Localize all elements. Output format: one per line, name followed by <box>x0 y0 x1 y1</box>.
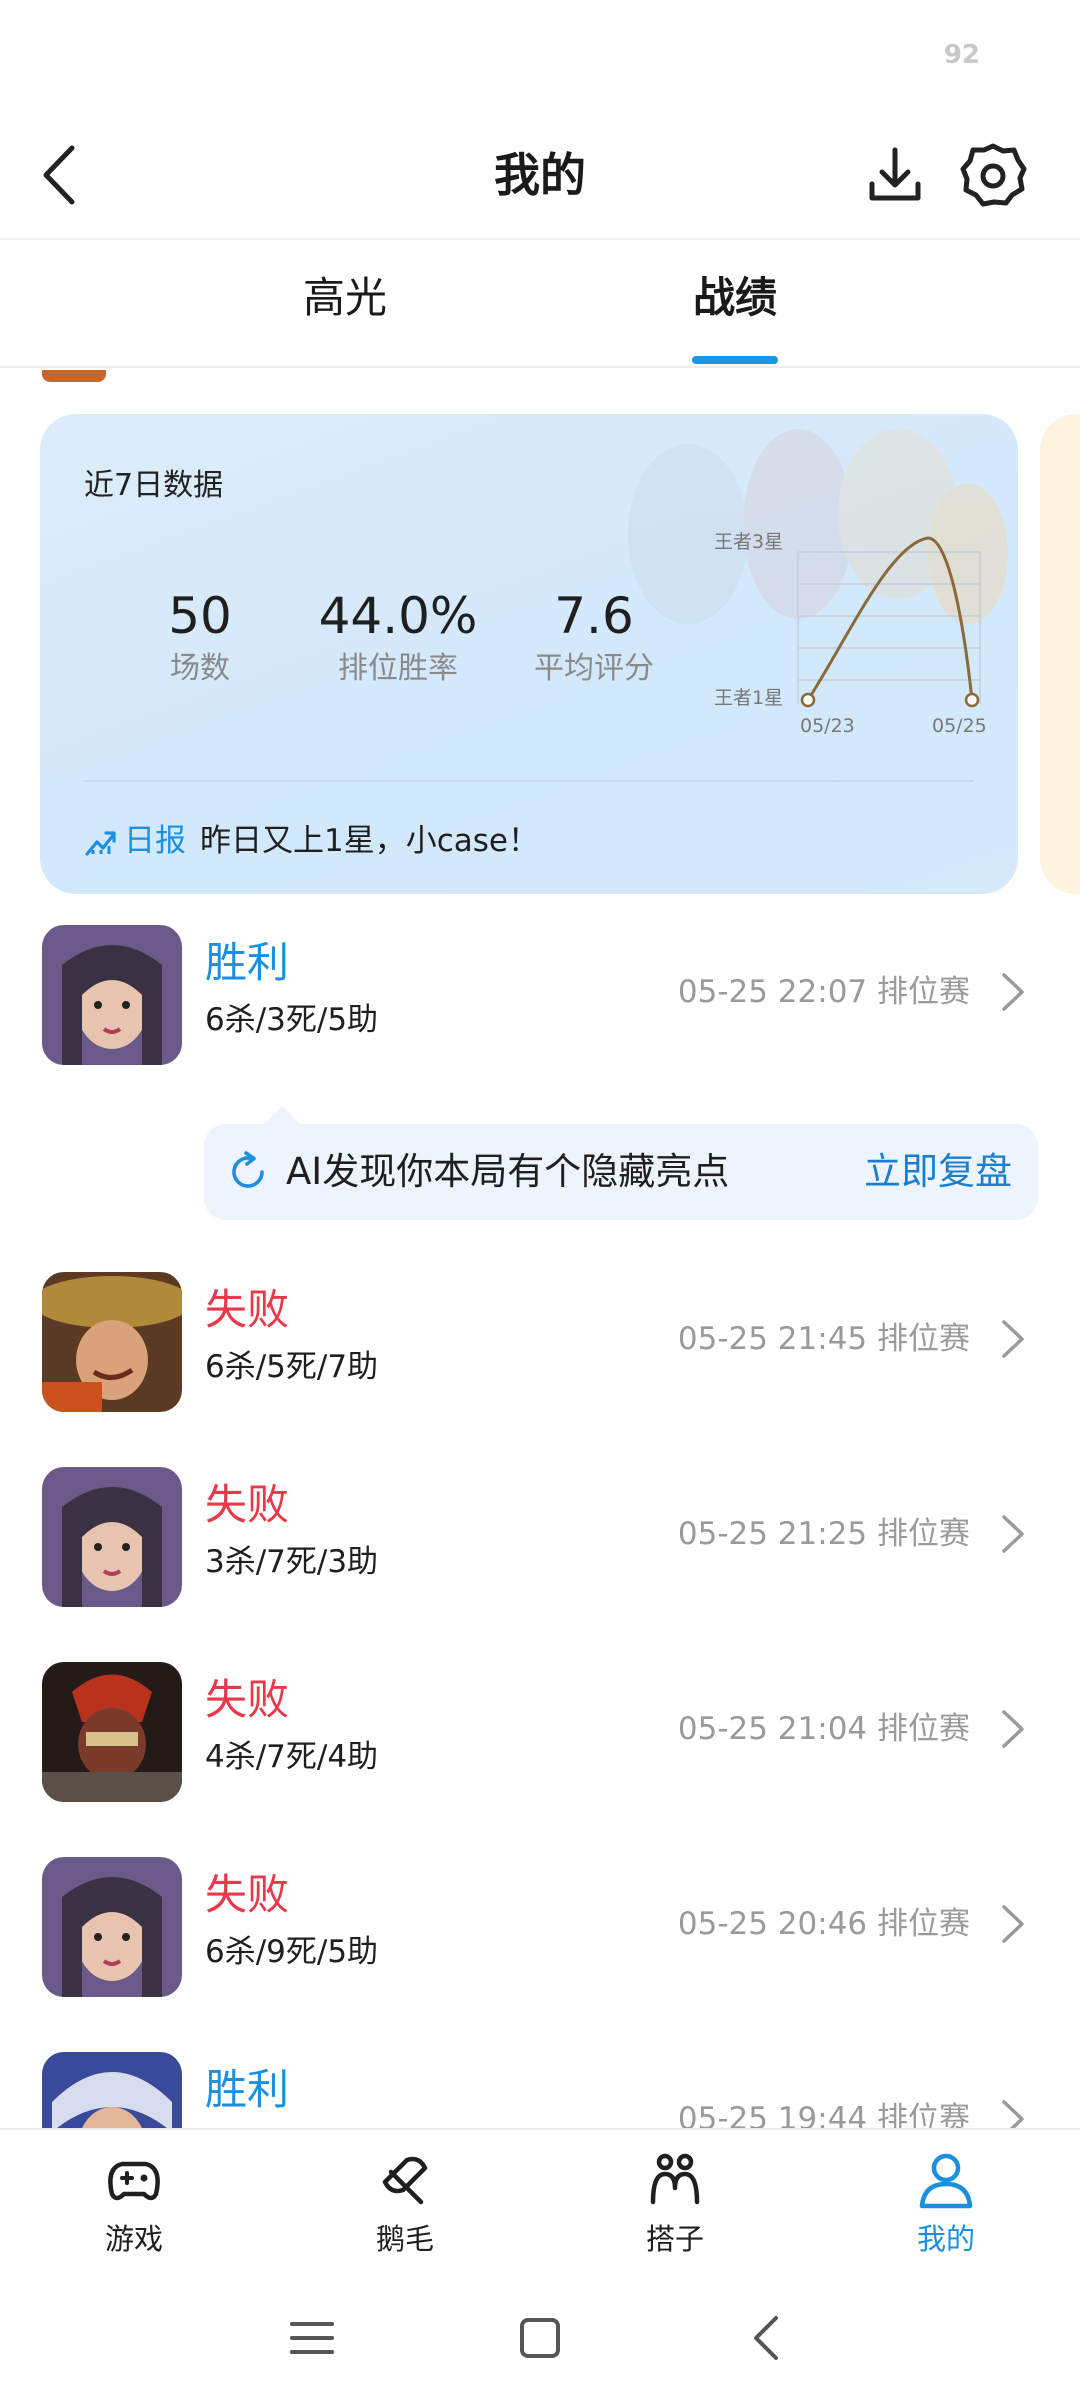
ai-review-tip: AI发现你本局有个隐藏亮点 立即复盘 <box>204 1106 1038 1220</box>
match-row[interactable]: 胜利 05-25 19:44 排位赛 <box>0 2052 1080 2128</box>
ai-tip-text: AI发现你本局有个隐藏亮点 <box>286 1150 730 1193</box>
gear-icon <box>960 143 1027 207</box>
match-result: 胜利 <box>205 938 290 987</box>
match-time: 05-25 21:04 排位赛 <box>677 1711 970 1747</box>
chevron-right-icon <box>1002 1905 1024 1943</box>
stat-label: 排位胜率 <box>338 651 458 686</box>
match-row[interactable]: 失败 6杀/9死/5助 05-25 20:46 排位赛 <box>0 1857 1080 2007</box>
nav-item-buddy[interactable]: 搭子 <box>595 2148 755 2260</box>
chevron-right-icon <box>1002 1320 1024 1358</box>
settings-button[interactable] <box>958 140 1028 210</box>
report-tag: 日报 <box>124 823 186 859</box>
home-icon[interactable] <box>510 2308 570 2368</box>
hero-avatar <box>42 2052 182 2128</box>
chevron-right-icon <box>1002 1515 1024 1553</box>
match-time: 05-25 20:46 排位赛 <box>677 1906 970 1942</box>
match-time: 05-25 22:07 排位赛 <box>677 974 970 1010</box>
hero-avatar <box>42 1467 182 1607</box>
match-kda: 6杀/5死/7助 <box>205 1349 379 1385</box>
tab-indicator <box>692 356 778 364</box>
match-result: 失败 <box>205 1285 290 1334</box>
chevron-right-icon <box>1002 1710 1024 1748</box>
report-message: 昨日又上1星，小case！ <box>200 823 539 859</box>
rank-point-start <box>800 692 816 708</box>
nav-item-games[interactable]: 游戏 <box>54 2148 214 2260</box>
x-label-end: 05/25 <box>932 715 987 737</box>
refresh-icon <box>232 1151 264 1188</box>
match-kda: 4杀/7死/4助 <box>205 1739 379 1775</box>
stat-winrate: 44.0% 排位胜率 <box>298 586 498 692</box>
nav-item-feather[interactable]: 鹅毛 <box>325 2148 485 2260</box>
match-row[interactable]: 失败 4杀/7死/4助 05-25 21:04 排位赛 <box>0 1662 1080 1812</box>
hero-avatar <box>42 925 182 1065</box>
scrolled-avatar-edge <box>42 370 106 382</box>
battery-level: 92 <box>943 40 980 70</box>
stat-label: 场数 <box>170 651 230 686</box>
match-kda: 6杀/9死/5助 <box>205 1934 379 1970</box>
chevron-right-icon <box>1002 973 1024 1011</box>
profile-icon <box>919 2153 973 2209</box>
hero-avatar <box>42 1272 182 1412</box>
match-row[interactable]: 胜利 6杀/3死/5助 05-25 22:07 排位赛 <box>0 925 1080 1075</box>
system-nav-bar <box>0 2278 1080 2400</box>
match-list: 胜利 6杀/3死/5助 05-25 22:07 排位赛 失败 6杀/5死/7助 … <box>0 900 1080 2128</box>
tab-records[interactable]: 战绩 <box>605 268 865 328</box>
nav-label: 游戏 <box>104 2222 163 2256</box>
match-time: 05-25 19:44 排位赛 <box>677 2101 970 2128</box>
hero-avatar <box>42 1857 182 1997</box>
match-time: 05-25 21:25 排位赛 <box>677 1516 970 1552</box>
match-row[interactable]: 失败 6杀/5死/7助 05-25 21:45 排位赛 <box>0 1272 1080 1422</box>
trend-up-icon <box>85 831 116 856</box>
menu-icon[interactable] <box>282 2308 342 2368</box>
x-label-start: 05/23 <box>800 715 855 737</box>
status-bar: 92 <box>0 0 1080 110</box>
chevron-right-icon <box>1002 2100 1024 2128</box>
buddy-icon <box>650 2153 700 2205</box>
rank-point-end <box>964 692 980 708</box>
stat-matches: 50 场数 <box>100 586 300 692</box>
back-icon[interactable] <box>738 2308 798 2368</box>
review-now-button[interactable]: 立即复盘 <box>864 1146 1012 1198</box>
match-result: 失败 <box>205 1675 290 1724</box>
bottom-nav: 游戏 鹅毛 搭子 我的 <box>0 2128 1080 2278</box>
y-label-bottom: 王者1星 <box>714 687 783 709</box>
stat-value: 50 <box>168 587 232 645</box>
stat-value: 44.0% <box>318 587 478 645</box>
match-time: 05-25 21:45 排位赛 <box>677 1321 970 1357</box>
rank-trend-chart: 王者3星 王者1星 05/23 05/25 <box>714 531 987 737</box>
daily-report[interactable]: 日报 昨日又上1星，小case！ <box>84 818 539 864</box>
match-result: 失败 <box>205 1480 290 1529</box>
tab-bar: 高光 战绩 <box>0 240 1080 368</box>
match-kda: 6杀/3死/5助 <box>205 1002 379 1038</box>
weekly-stats-card[interactable]: 近7日数据 50 场数 44.0% 排位胜率 7.6 平均评分 王者3星 王者1… <box>40 414 1018 894</box>
nav-label: 我的 <box>916 2222 975 2256</box>
tab-highlights[interactable]: 高光 <box>215 268 475 328</box>
header: 我的 <box>0 110 1080 240</box>
next-card-peek[interactable] <box>1040 414 1080 894</box>
match-result: 失败 <box>205 1870 290 1919</box>
download-button[interactable] <box>860 140 930 210</box>
card-title: 近7日数据 <box>84 468 224 503</box>
y-label-top: 王者3星 <box>714 531 783 553</box>
match-kda: 3杀/7死/3助 <box>205 1544 379 1580</box>
gamepad-icon <box>108 2161 160 2201</box>
nav-label: 鹅毛 <box>375 2222 434 2256</box>
match-result: 胜利 <box>205 2065 290 2114</box>
feather-icon <box>382 2156 428 2205</box>
card-divider <box>84 780 974 782</box>
match-row[interactable]: 失败 3杀/7死/3助 05-25 21:25 排位赛 <box>0 1467 1080 1617</box>
nav-label: 搭子 <box>645 2222 704 2256</box>
hero-avatar <box>42 1662 182 1802</box>
nav-item-profile[interactable]: 我的 <box>866 2148 1026 2260</box>
download-icon <box>869 147 921 201</box>
